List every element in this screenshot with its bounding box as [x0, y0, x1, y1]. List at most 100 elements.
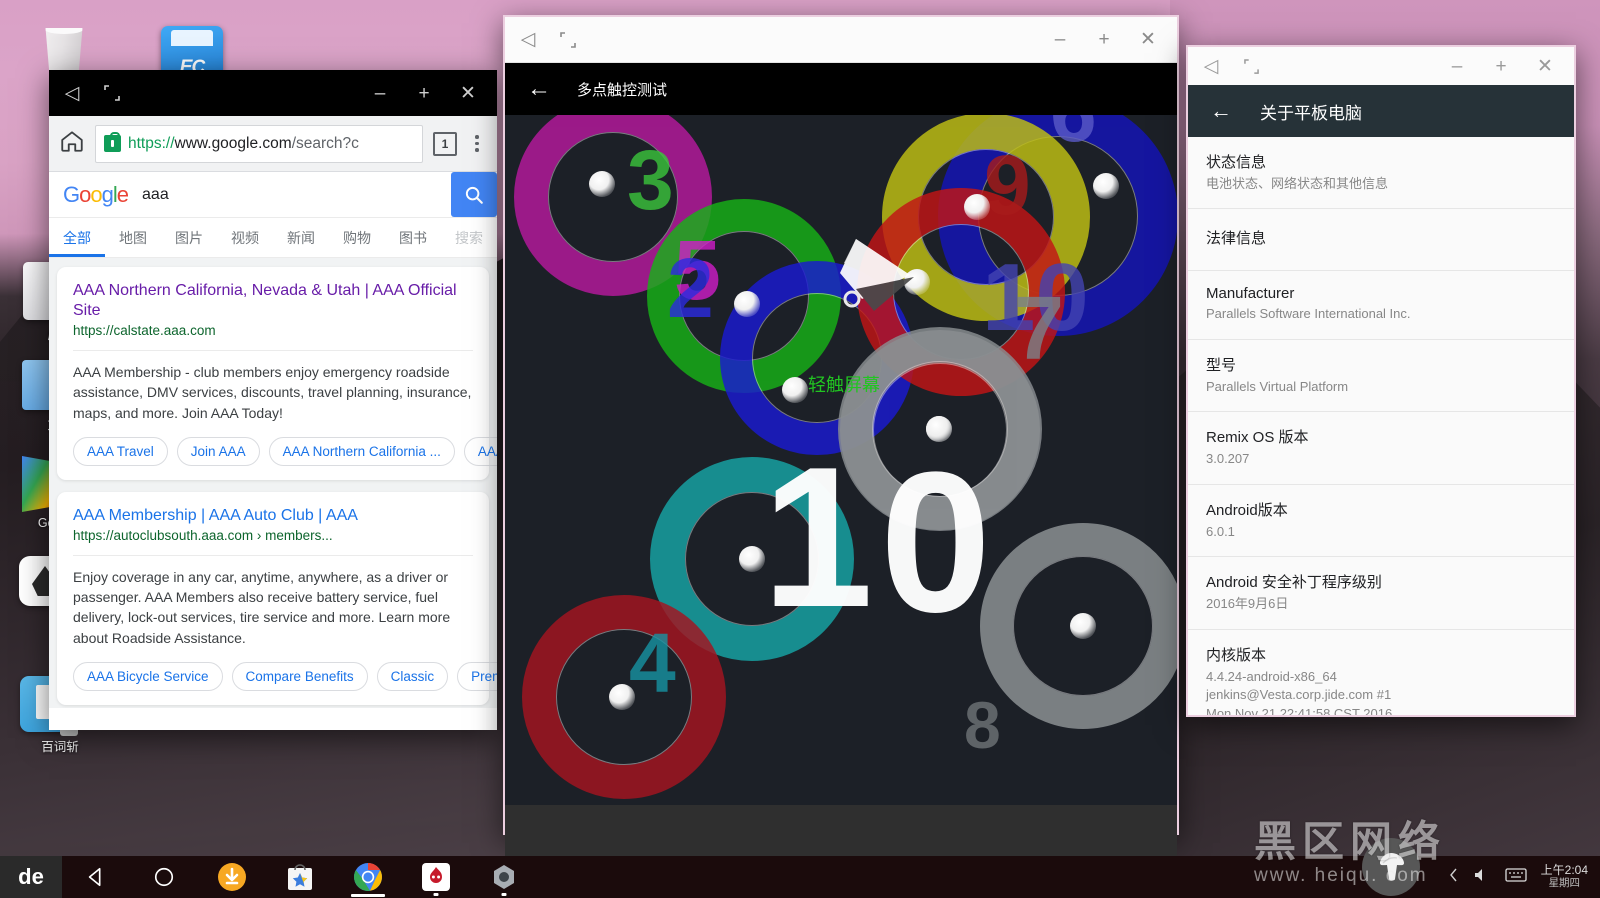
window-minimize-button[interactable]: – [1049, 29, 1071, 51]
settings-row-legal[interactable]: 法律信息 [1188, 209, 1574, 271]
window-minimize-button[interactable]: – [369, 82, 391, 104]
window-close-button[interactable]: ✕ [457, 82, 479, 104]
settings-row-status[interactable]: 状态信息 电池状态、网络状态和其他信息 [1188, 137, 1574, 209]
taskbar-back-button[interactable] [62, 856, 130, 898]
back-arrow-icon[interactable]: ← [527, 75, 551, 103]
tab-all[interactable]: 全部 [49, 218, 105, 257]
settings-row-security-patch[interactable]: Android 安全补丁程序级别 2016年9月6日 [1188, 557, 1574, 629]
multitouch-hint-text: 轻触屏幕 [808, 371, 880, 397]
taskbar-app-store[interactable] [266, 856, 334, 898]
touch-dot-4 [609, 684, 635, 710]
start-button[interactable]: de [0, 856, 62, 898]
result-title[interactable]: AAA Northern California, Nevada & Utah |… [73, 281, 473, 321]
keyboard-icon[interactable] [1505, 867, 1527, 888]
google-tabs[interactable]: 全部 地图 图片 视频 新闻 购物 图书 搜索 [49, 218, 497, 258]
touch-dot-0 [926, 416, 952, 442]
tab-count-button[interactable]: 1 [433, 132, 457, 156]
multitouch-app-title: 多点触控测试 [577, 79, 667, 100]
taskbar-clock[interactable]: 上午2:04 星期四 [1541, 864, 1588, 889]
browser-titlebar[interactable]: ◁ – + ✕ [49, 70, 497, 116]
tab-news[interactable]: 新闻 [273, 218, 329, 257]
settings-row-kernel-version[interactable]: 内核版本 4.4.24-android-x86_64 jenkins@Vesta… [1188, 630, 1574, 715]
result-chip-row[interactable]: AAA Bicycle Service Compare Benefits Cla… [73, 662, 473, 691]
touch-number-6: 6 [1050, 115, 1097, 151]
result-chip[interactable]: Classic [377, 662, 449, 691]
result-chip[interactable]: Join AAA [177, 437, 260, 466]
volume-icon[interactable] [1473, 867, 1491, 888]
result-chip[interactable]: Compare Benefits [232, 662, 368, 691]
window-restore-icon[interactable] [1240, 55, 1262, 77]
row-subtitle: 电池状态、网络状态和其他信息 [1206, 175, 1556, 193]
home-icon[interactable] [59, 128, 85, 159]
window-maximize-button[interactable]: + [413, 82, 435, 104]
taskbar-home-button[interactable] [130, 856, 198, 898]
google-search-row: Google aaa [49, 172, 497, 218]
result-chip[interactable]: Premier [457, 662, 497, 691]
google-search-input[interactable]: aaa [142, 172, 451, 217]
taskbar-chrome-app[interactable] [334, 856, 402, 898]
window-close-button[interactable]: ✕ [1534, 55, 1556, 77]
result-chip[interactable]: AAA Au [464, 437, 497, 466]
settings-row-android-version[interactable]: Android版本 6.0.1 [1188, 485, 1574, 557]
page-title: 关于平板电脑 [1260, 99, 1362, 124]
touch-number-0: 0 [880, 453, 991, 633]
tab-search-tools[interactable]: 搜索 [441, 218, 497, 257]
browser-window[interactable]: ◁ – + ✕ https://www.google.com/search?c … [49, 70, 497, 730]
multitouch-canvas[interactable]: 352691071048轻触屏幕 [505, 115, 1177, 805]
window-restore-icon[interactable] [557, 29, 579, 51]
tab-images[interactable]: 图片 [161, 218, 217, 257]
tray-collapse-icon[interactable] [1449, 868, 1459, 887]
result-divider [73, 350, 473, 351]
result-chip-row[interactable]: AAA Travel Join AAA AAA Northern Califor… [73, 437, 473, 466]
row-subtitle: 6.0.1 [1206, 523, 1556, 541]
touch-dot-6 [1093, 173, 1119, 199]
taskbar-antutu-app[interactable] [402, 856, 470, 898]
result-url: https://calstate.aaa.com [73, 323, 473, 338]
about-settings-list[interactable]: 状态信息 电池状态、网络状态和其他信息 法律信息 Manufacturer Pa… [1188, 137, 1574, 715]
taskbar-tray[interactable]: 上午2:04 星期四 [1449, 864, 1600, 889]
row-title: Remix OS 版本 [1206, 426, 1556, 447]
row-title: Manufacturer [1206, 285, 1556, 302]
search-result-item[interactable]: AAA Northern California, Nevada & Utah |… [57, 267, 489, 480]
row-title: 法律信息 [1206, 227, 1556, 248]
window-minimize-button[interactable]: – [1446, 55, 1468, 77]
lock-icon [104, 135, 121, 152]
settings-row-manufacturer[interactable]: Manufacturer Parallels Software Internat… [1188, 271, 1574, 339]
taskbar-settings-app[interactable] [470, 856, 538, 898]
touch-dot-5 [782, 377, 808, 403]
settings-row-remix-os-version[interactable]: Remix OS 版本 3.0.207 [1188, 412, 1574, 484]
window-back-icon[interactable]: ◁ [61, 82, 83, 104]
window-maximize-button[interactable]: + [1093, 29, 1115, 51]
multitouch-titlebar[interactable]: ◁ – + ✕ [505, 17, 1177, 63]
about-titlebar[interactable]: ◁ – + ✕ [1188, 47, 1574, 85]
taskbar-items[interactable] [62, 856, 538, 898]
mushroom-overlay-icon[interactable] [1362, 838, 1420, 896]
result-chip[interactable]: AAA Bicycle Service [73, 662, 223, 691]
tab-maps[interactable]: 地图 [105, 218, 161, 257]
browser-menu-icon[interactable] [467, 135, 487, 152]
result-chip[interactable]: AAA Northern California ... [269, 437, 455, 466]
about-tablet-window[interactable]: ◁ – + ✕ ← 关于平板电脑 状态信息 电池状态、网络状态和其他信息 法律信… [1186, 45, 1576, 717]
multitouch-test-window[interactable]: ◁ – + ✕ ← 多点触控测试 352691071048轻触屏幕 [503, 15, 1179, 835]
window-close-button[interactable]: ✕ [1137, 29, 1159, 51]
tab-books[interactable]: 图书 [385, 218, 441, 257]
search-result-item[interactable]: AAA Membership | AAA Auto Club | AAA htt… [57, 492, 489, 705]
result-title[interactable]: AAA Membership | AAA Auto Club | AAA [73, 506, 473, 526]
search-results-list[interactable]: AAA Northern California, Nevada & Utah |… [49, 258, 497, 708]
row-subtitle: 2016年9月6日 [1206, 595, 1556, 613]
window-back-icon[interactable]: ◁ [517, 29, 539, 51]
window-maximize-button[interactable]: + [1490, 55, 1512, 77]
search-button[interactable] [451, 172, 497, 217]
taskbar-downloader-app[interactable] [198, 856, 266, 898]
taskbar[interactable]: de [0, 856, 1600, 898]
address-bar[interactable]: https://www.google.com/search?c [95, 125, 423, 163]
result-chip[interactable]: AAA Travel [73, 437, 168, 466]
tab-shopping[interactable]: 购物 [329, 218, 385, 257]
row-title: Android版本 [1206, 499, 1556, 520]
settings-row-model[interactable]: 型号 Parallels Virtual Platform [1188, 340, 1574, 412]
window-back-icon[interactable]: ◁ [1200, 55, 1222, 77]
back-arrow-icon[interactable]: ← [1210, 98, 1232, 124]
window-restore-icon[interactable] [101, 82, 123, 104]
about-appbar: ← 关于平板电脑 [1188, 85, 1574, 137]
tab-videos[interactable]: 视频 [217, 218, 273, 257]
